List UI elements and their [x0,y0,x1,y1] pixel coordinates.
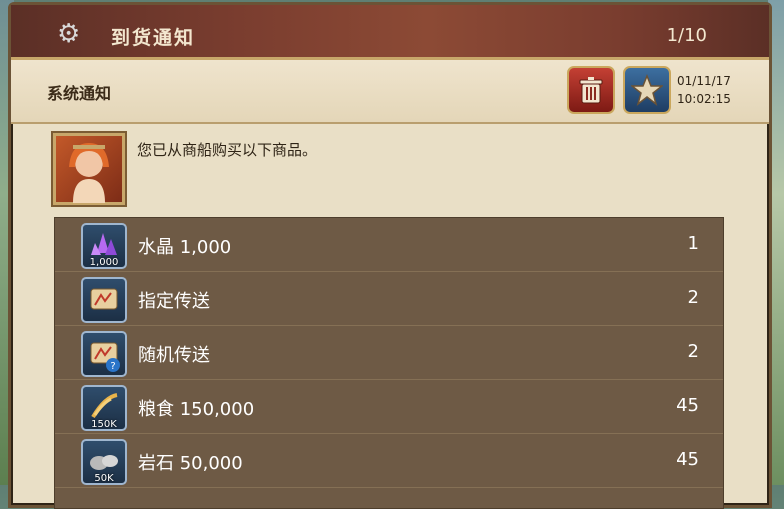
list-item: 150K 粮食 150,000 45 [55,380,723,434]
list-item: ? 随机传送 2 [55,326,723,380]
item-name: 岩石 50,000 [138,453,243,474]
scroll-glyph [90,288,118,310]
list-item: 指定传送 2 [55,272,723,326]
time-text: 10:02:15 [677,92,731,106]
item-qty: 2 [687,287,699,308]
item-qty: 45 [676,395,699,416]
item-name: 指定传送 [138,291,210,312]
favorite-button[interactable] [623,66,671,114]
stone-icon: 50K [81,439,127,485]
avatar [51,131,127,207]
item-name: 随机传送 [138,345,210,366]
item-tag: 1,000 [89,257,119,268]
mail-window: ⚙ 到货通知 1/10 系统通知 01/11/17 10:02:15 您已从商船… [8,2,772,509]
list-item: 50K 岩石 50,000 45 [55,434,723,488]
item-qty: 45 [676,449,699,470]
random-teleport-scroll-icon: ? [81,331,127,377]
item-qty: 1 [687,233,699,254]
svg-text:?: ? [110,361,115,372]
crystal-icon: 1,000 [81,223,127,269]
message-counter: 1/10 [666,25,707,46]
purchase-list: 1,000 水晶 1,000 1 指定传送 2 ? 随机传送 2 150K 粮食… [54,217,724,509]
header-bar: ⚙ 到货通知 1/10 [11,5,769,60]
list-item: 1,000 水晶 1,000 1 [55,218,723,272]
trash-icon [579,77,603,104]
scroll-question-glyph: ? [90,342,120,372]
delete-button[interactable] [567,66,615,114]
window-title: 到货通知 [111,27,196,49]
item-qty: 2 [687,341,699,362]
item-tag: 150K [91,419,117,430]
item-tag: 50K [94,473,114,484]
message-type: 系统通知 [47,84,112,103]
gear-icon[interactable]: ⚙ [57,21,83,47]
item-name: 粮食 150,000 [138,399,255,420]
message-text: 您已从商船购买以下商品。 [137,141,318,159]
merchant-portrait-icon [69,143,109,203]
star-icon [631,74,663,106]
message-header: 系统通知 01/11/17 10:02:15 [11,60,769,124]
timestamp: 01/11/17 10:02:15 [677,72,731,108]
wheat-icon: 150K [81,385,127,431]
teleport-scroll-icon [81,277,127,323]
date-text: 01/11/17 [677,74,731,88]
item-name: 水晶 1,000 [138,237,232,258]
